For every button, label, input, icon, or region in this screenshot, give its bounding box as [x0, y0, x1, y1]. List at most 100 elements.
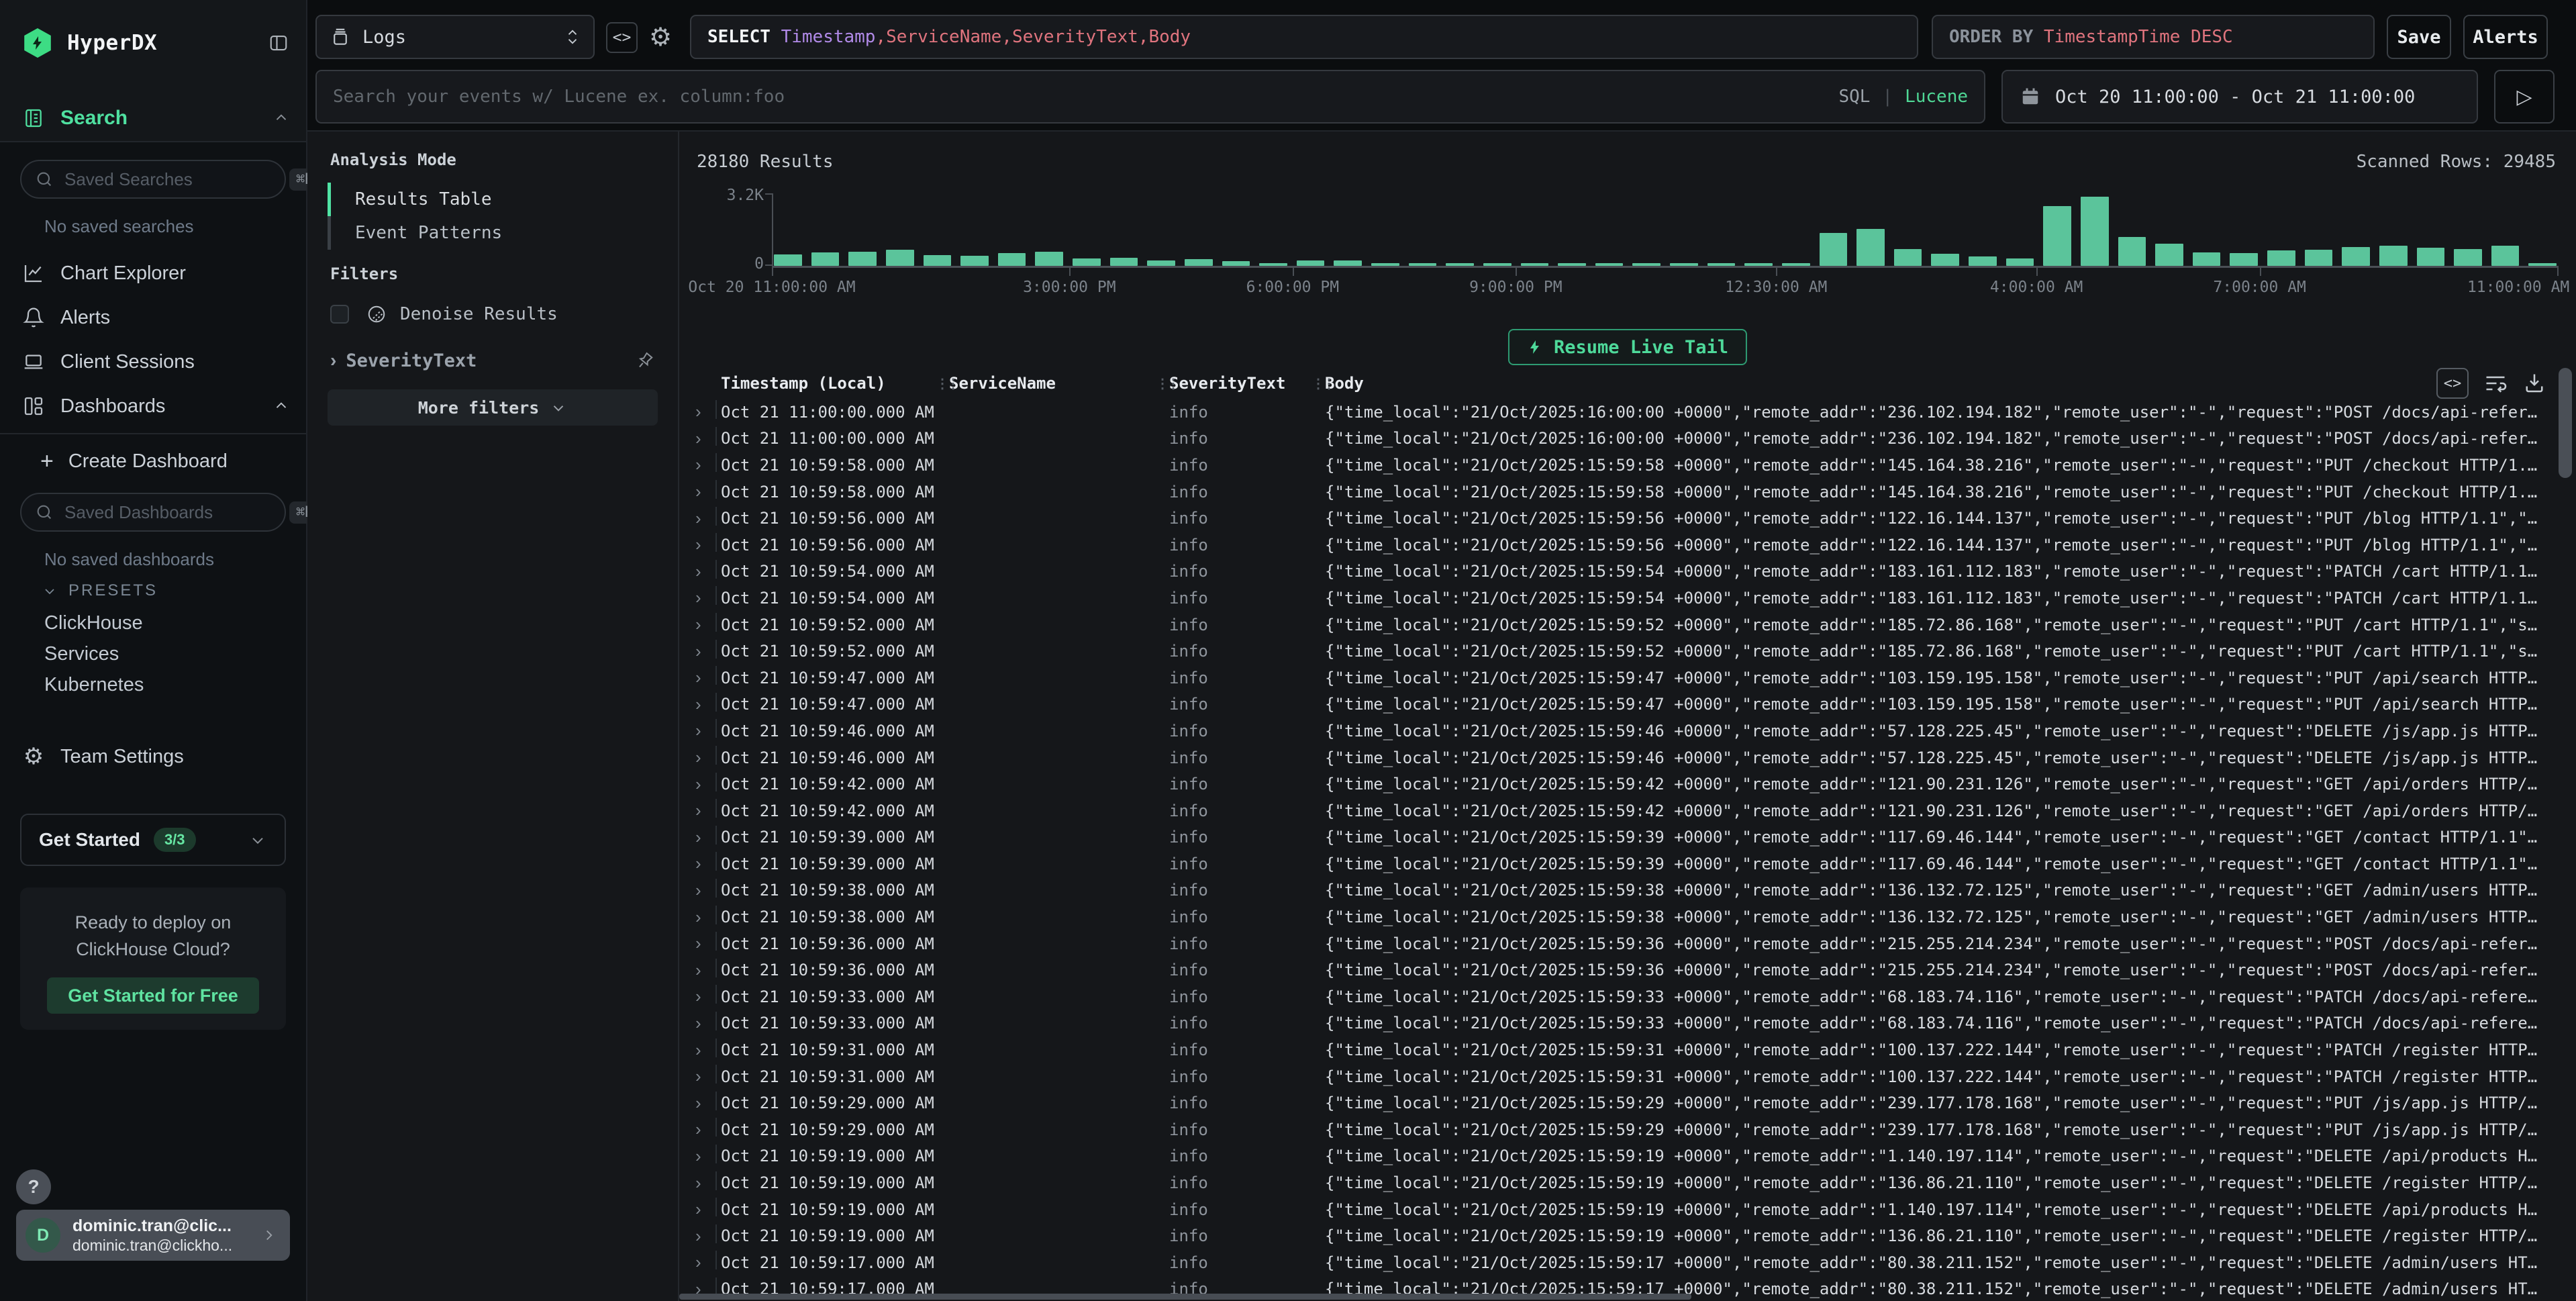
select-clause-input[interactable]: SELECT Timestamp,ServiceName,SeverityTex… — [690, 15, 1918, 59]
row-expand-chevron[interactable]: › — [691, 667, 721, 688]
severitytext-filter-group[interactable]: › SeverityText — [330, 344, 655, 377]
column-header-severitytext[interactable]: ⋮⋮SeverityText — [1169, 374, 1325, 393]
preset-clickhouse[interactable]: ClickHouse — [44, 612, 143, 634]
row-expand-chevron[interactable]: › — [691, 1013, 721, 1034]
row-expand-chevron[interactable]: › — [691, 1173, 721, 1194]
table-row[interactable]: ›Oct 21 10:59:54.000 AMinfo{"time_local"… — [679, 559, 2576, 585]
histogram-bar[interactable] — [1446, 263, 1474, 266]
sidebar-item-dashboards[interactable]: Dashboards — [23, 388, 290, 424]
row-expand-chevron[interactable]: › — [691, 454, 721, 475]
histogram-bar[interactable] — [1035, 252, 1063, 266]
histogram-bar[interactable] — [1371, 263, 1399, 266]
column-resize-handle[interactable]: ⋮⋮ — [936, 375, 957, 391]
table-row[interactable]: ›Oct 21 10:59:33.000 AMinfo{"time_local"… — [679, 983, 2576, 1010]
histogram-bar[interactable] — [1782, 263, 1810, 266]
resume-live-tail-button[interactable]: Resume Live Tail — [1508, 329, 1747, 365]
table-row[interactable]: ›Oct 21 10:59:19.000 AMinfo{"time_local"… — [679, 1169, 2576, 1196]
table-row[interactable]: ›Oct 21 10:59:42.000 AMinfo{"time_local"… — [679, 771, 2576, 798]
histogram-bar[interactable] — [1409, 263, 1437, 266]
column-header-timestamp[interactable]: Timestamp (Local) — [721, 374, 949, 393]
table-row[interactable]: ›Oct 21 10:59:19.000 AMinfo{"time_local"… — [679, 1222, 2576, 1249]
get-started-free-button[interactable]: Get Started for Free — [47, 977, 259, 1014]
table-row[interactable]: ›Oct 21 10:59:54.000 AMinfo{"time_local"… — [679, 585, 2576, 612]
histogram-bar[interactable] — [1147, 260, 1175, 266]
row-expand-chevron[interactable]: › — [691, 800, 721, 821]
row-expand-chevron[interactable]: › — [691, 907, 721, 928]
histogram-bar[interactable] — [2528, 263, 2557, 266]
row-expand-chevron[interactable]: › — [691, 827, 721, 848]
table-row[interactable]: ›Oct 21 10:59:46.000 AMinfo{"time_local"… — [679, 718, 2576, 744]
histogram-bar[interactable] — [774, 254, 802, 266]
chevron-up-icon[interactable] — [273, 109, 290, 127]
row-expand-chevron[interactable]: › — [691, 401, 721, 422]
histogram-bar[interactable] — [2006, 258, 2034, 266]
histogram-bar[interactable] — [2193, 252, 2221, 266]
table-row[interactable]: ›Oct 21 11:00:00.000 AMinfo{"time_local"… — [679, 426, 2576, 452]
histogram-bar[interactable] — [998, 253, 1026, 266]
histogram-bar[interactable] — [1521, 263, 1549, 266]
histogram-bar[interactable] — [2081, 197, 2109, 266]
table-row[interactable]: ›Oct 21 10:59:39.000 AMinfo{"time_local"… — [679, 851, 2576, 877]
histogram-bar[interactable] — [2118, 237, 2146, 266]
presets-toggle[interactable]: PRESETS — [42, 581, 158, 600]
row-expand-chevron[interactable]: › — [691, 960, 721, 981]
histogram-bar[interactable] — [811, 252, 840, 266]
saved-dashboards-input[interactable]: ⌘K — [20, 493, 286, 532]
histogram-bar[interactable] — [1222, 261, 1250, 266]
histogram-bar[interactable] — [1185, 259, 1213, 266]
row-expand-chevron[interactable]: › — [691, 481, 721, 502]
row-expand-chevron[interactable]: › — [691, 508, 721, 529]
sidebar-collapse-icon[interactable] — [267, 33, 290, 53]
help-button[interactable]: ? — [16, 1169, 51, 1204]
denoise-checkbox[interactable] — [330, 305, 349, 324]
column-header-servicename[interactable]: ⋮⋮ServiceName — [949, 374, 1169, 393]
row-expand-chevron[interactable]: › — [691, 986, 721, 1007]
table-row[interactable]: ›Oct 21 10:59:46.000 AMinfo{"time_local"… — [679, 744, 2576, 771]
lucene-search-input[interactable]: SQL | Lucene — [315, 70, 1985, 124]
horizontal-scrollbar[interactable] — [679, 1294, 1691, 1300]
row-expand-chevron[interactable]: › — [691, 694, 721, 715]
more-filters-button[interactable]: More filters — [328, 389, 658, 426]
search-field[interactable] — [333, 87, 1838, 107]
row-expand-chevron[interactable]: › — [691, 561, 721, 582]
table-row[interactable]: ›Oct 21 10:59:19.000 AMinfo{"time_local"… — [679, 1196, 2576, 1223]
row-expand-chevron[interactable]: › — [691, 534, 721, 555]
edit-sql-icon-button[interactable]: <> — [606, 22, 638, 53]
table-row[interactable]: ›Oct 21 10:59:17.000 AMinfo{"time_local"… — [679, 1249, 2576, 1276]
histogram-bar[interactable] — [1259, 263, 1287, 266]
histogram-bar[interactable] — [1558, 263, 1586, 266]
table-row[interactable]: ›Oct 21 10:59:36.000 AMinfo{"time_local"… — [679, 930, 2576, 957]
create-dashboard-button[interactable]: + Create Dashboard — [40, 448, 228, 475]
denoise-results-filter[interactable]: Denoise Results — [330, 297, 664, 332]
row-expand-chevron[interactable]: › — [691, 614, 721, 635]
row-expand-chevron[interactable]: › — [691, 880, 721, 901]
table-row[interactable]: ›Oct 21 10:59:36.000 AMinfo{"time_local"… — [679, 957, 2576, 983]
table-row[interactable]: ›Oct 21 10:59:52.000 AMinfo{"time_local"… — [679, 612, 2576, 638]
table-row[interactable]: ›Oct 21 10:59:58.000 AMinfo{"time_local"… — [679, 479, 2576, 505]
preset-kubernetes[interactable]: Kubernetes — [44, 674, 144, 696]
column-resize-handle[interactable]: ⋮⋮ — [1156, 375, 1177, 391]
histogram-bar[interactable] — [2417, 248, 2445, 266]
histogram-bar[interactable] — [1820, 233, 1848, 266]
histogram-bar[interactable] — [1931, 254, 1959, 266]
row-expand-chevron[interactable]: › — [691, 933, 721, 954]
sidebar-item-search[interactable]: Search — [23, 101, 290, 136]
histogram-bar[interactable] — [2379, 246, 2408, 266]
table-row[interactable]: ›Oct 21 10:59:31.000 AMinfo{"time_local"… — [679, 1063, 2576, 1090]
row-expand-chevron[interactable]: › — [691, 1040, 721, 1061]
histogram-bar[interactable] — [848, 252, 877, 266]
histogram-bar[interactable] — [2043, 206, 2071, 266]
table-row[interactable]: ›Oct 21 10:59:56.000 AMinfo{"time_local"… — [679, 505, 2576, 532]
histogram-bar[interactable] — [1073, 258, 1101, 266]
row-expand-chevron[interactable]: › — [691, 587, 721, 608]
sidebar-item-client-sessions[interactable]: Client Sessions — [23, 344, 290, 380]
histogram-bar[interactable] — [1595, 263, 1624, 266]
histogram-bar[interactable] — [960, 256, 989, 266]
row-expand-chevron[interactable]: › — [691, 1146, 721, 1167]
row-expand-chevron[interactable]: › — [691, 1226, 721, 1247]
sql-mode-toggle[interactable]: SQL — [1838, 87, 1870, 107]
table-row[interactable]: ›Oct 21 10:59:19.000 AMinfo{"time_local"… — [679, 1143, 2576, 1170]
row-expand-chevron[interactable]: › — [691, 774, 721, 795]
histogram-bar[interactable] — [1334, 260, 1362, 266]
histogram-bar[interactable] — [2267, 250, 2295, 266]
